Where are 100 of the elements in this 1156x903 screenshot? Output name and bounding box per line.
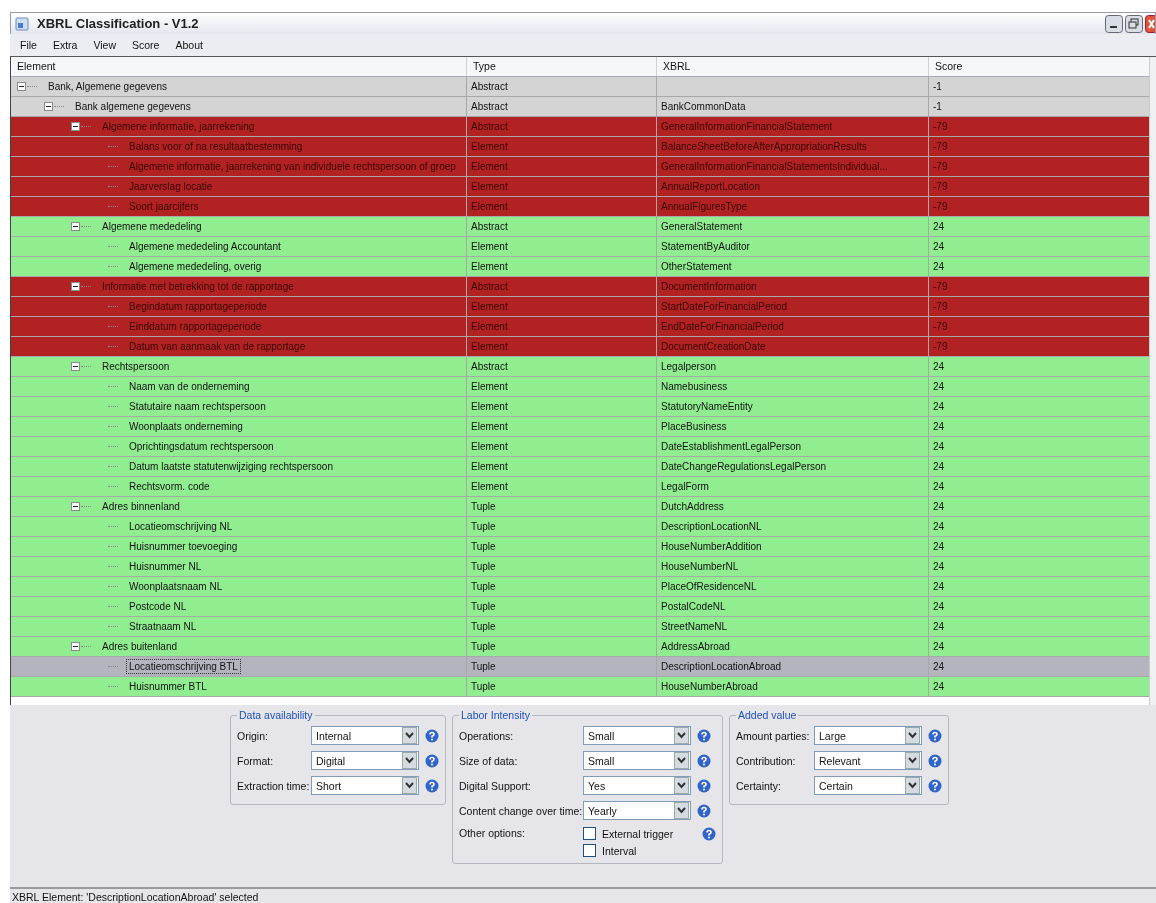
element-name: Algemene mededeling, overig xyxy=(128,260,263,274)
help-icon[interactable] xyxy=(702,827,716,841)
type-text: Element xyxy=(471,241,508,252)
column-header[interactable]: Type xyxy=(467,57,657,76)
xbrl-name: DateEstablishmentLegalPerson xyxy=(661,441,802,452)
dropdown[interactable]: Internal xyxy=(311,726,419,745)
group-title: Added value xyxy=(737,709,798,721)
tree-row[interactable]: Statutaire naam rechtspersoon Element StatutoryNameEntity 24 xyxy=(11,397,1149,417)
help-icon[interactable] xyxy=(928,728,942,743)
dropdown[interactable]: Yes xyxy=(583,776,691,795)
help-icon[interactable] xyxy=(928,753,942,768)
column-header[interactable]: XBRL xyxy=(657,57,929,76)
caret-icon[interactable] xyxy=(674,752,689,769)
xbrl-name: Namebusiness xyxy=(661,381,728,392)
help-icon[interactable] xyxy=(928,778,942,793)
tree-row[interactable]: Huisnummer NL Tuple HouseNumberNL 24 xyxy=(11,557,1149,577)
tree-row[interactable]: Algemene mededeling Accountant Element StatementByAuditor 24 xyxy=(11,237,1149,257)
xbrl-name: DocumentInformation xyxy=(661,281,757,292)
help-icon[interactable] xyxy=(425,778,439,793)
collapse-icon[interactable] xyxy=(71,362,80,371)
tree-row[interactable]: Postcode NL Tuple PostalCodeNL 24 xyxy=(11,597,1149,617)
help-icon[interactable] xyxy=(697,753,711,768)
dropdown[interactable]: Certain xyxy=(814,776,922,795)
collapse-icon[interactable] xyxy=(17,82,26,91)
menu-item[interactable]: File xyxy=(12,39,45,51)
tree-row[interactable]: Rechtsvorm. code Element LegalForm 24 xyxy=(11,477,1149,497)
menu-item[interactable]: About xyxy=(167,39,211,51)
checkbox[interactable]: Interval xyxy=(583,844,696,857)
score-value: 24 xyxy=(933,401,945,412)
score-value: -79 xyxy=(933,141,948,152)
element-name: Einddatum rapportageperiode xyxy=(128,320,263,334)
tree-row[interactable]: Adres binnenland Tuple DutchAddress 24 xyxy=(11,497,1149,517)
score-value: 24 xyxy=(933,441,945,452)
score-value: -1 xyxy=(933,81,942,92)
xbrl-name: BalanceSheetBeforeAfterAppropriationResults xyxy=(661,141,867,152)
checkbox[interactable]: External trigger xyxy=(583,827,696,840)
tree-row[interactable]: Huisnummer toevoeging Tuple HouseNumberAddition 24 xyxy=(11,537,1149,557)
caret-icon[interactable] xyxy=(402,752,417,769)
collapse-icon[interactable] xyxy=(71,502,80,511)
collapse-icon[interactable] xyxy=(44,102,53,111)
close-icon[interactable] xyxy=(1145,14,1155,33)
tree-row[interactable]: Oprichtingsdatum rechtspersoon Element DateEstablishmentLegalPerson 24 xyxy=(11,437,1149,457)
scrollbar[interactable] xyxy=(1149,57,1156,705)
caret-icon[interactable] xyxy=(402,727,417,744)
dropdown[interactable]: Small xyxy=(583,726,691,745)
tree-row[interactable]: Adres buitenland Tuple AddressAbroad 24 xyxy=(11,637,1149,657)
element-name: Statutaire naam rechtspersoon xyxy=(128,400,267,414)
caret-icon[interactable] xyxy=(905,752,920,769)
type-text: Element xyxy=(471,161,508,172)
dropdown[interactable]: Digital xyxy=(311,751,419,770)
caret-icon[interactable] xyxy=(402,777,417,794)
element-name: Algemene informatie, jaarrekening xyxy=(101,120,256,134)
minimize-icon[interactable] xyxy=(1105,14,1123,33)
caret-icon[interactable] xyxy=(674,802,689,819)
collapse-icon[interactable] xyxy=(71,642,80,651)
tree-row[interactable]: Bank, Algemene gegevens Abstract -1 xyxy=(11,77,1149,97)
menu-item[interactable]: Extra xyxy=(44,39,86,51)
restore-icon[interactable] xyxy=(1125,14,1143,33)
xbrl-name: AnnualFiguresType xyxy=(661,201,748,212)
element-name: Huisnummer toevoeging xyxy=(128,540,239,554)
element-name: Jaarverslag locatie xyxy=(128,180,214,194)
element-name: Datum laatste statutenwijziging rechtspersoon xyxy=(128,460,334,474)
tree-row[interactable]: Straatnaam NL Tuple StreetNameNL 24 xyxy=(11,617,1149,637)
column-header[interactable]: Element xyxy=(11,57,467,76)
xbrl-name: EndDateForFinancialPeriod xyxy=(661,321,784,332)
type-text: Tuple xyxy=(471,581,496,592)
tree-row[interactable]: Rechtspersoon Abstract Legalperson 24 xyxy=(11,357,1149,377)
help-icon[interactable] xyxy=(697,778,711,793)
collapse-icon[interactable] xyxy=(71,282,80,291)
tree-row[interactable]: Locatieomschrijving BTL Tuple DescriptionLocationAbroad 24 xyxy=(11,657,1149,677)
tree-row[interactable]: Datum laatste statutenwijziging rechtspersoon Element DateChangeRegulationsLegalPerson 24 xyxy=(11,457,1149,477)
caret-icon[interactable] xyxy=(905,727,920,744)
tree-row[interactable]: Locatieomschrijving NL Tuple DescriptionLocationNL 24 xyxy=(11,517,1149,537)
tree-row[interactable]: Algemene mededeling, overig Element OtherStatement 24 xyxy=(11,257,1149,277)
tree-row[interactable]: Woonplaats onderneming Element PlaceBusiness 24 xyxy=(11,417,1149,437)
xbrl-name: DocumentCreationDate xyxy=(661,341,766,352)
dropdown[interactable]: Small xyxy=(583,751,691,770)
dropdown[interactable]: Short xyxy=(311,776,419,795)
tree-row[interactable]: Naam van de onderneming Element Namebusiness 24 xyxy=(11,377,1149,397)
tree-row[interactable]: Woonplaatsnaam NL Tuple PlaceOfResidenceNL 24 xyxy=(11,577,1149,597)
field-label: Size of data: xyxy=(459,754,519,767)
type-text: Element xyxy=(471,381,508,392)
dropdown[interactable]: Yearly xyxy=(583,801,691,820)
dropdown[interactable]: Relevant xyxy=(814,751,922,770)
caret-icon[interactable] xyxy=(905,777,920,794)
dropdown[interactable]: Large xyxy=(814,726,922,745)
help-icon[interactable] xyxy=(697,803,711,818)
caret-icon[interactable] xyxy=(674,727,689,744)
tree-row[interactable]: Bank algemene gegevens Abstract BankCommonData -1 xyxy=(11,97,1149,117)
menu-item[interactable]: View xyxy=(85,39,124,51)
field-label: Digital Support: xyxy=(459,779,532,792)
menu-item[interactable]: Score xyxy=(124,39,168,51)
collapse-icon[interactable] xyxy=(71,222,80,231)
help-icon[interactable] xyxy=(697,728,711,743)
caret-icon[interactable] xyxy=(674,777,689,794)
tree-row[interactable]: Algemene mededeling Abstract GeneralStatement 24 xyxy=(11,217,1149,237)
help-icon[interactable] xyxy=(425,753,439,768)
help-icon[interactable] xyxy=(425,728,439,743)
collapse-icon[interactable] xyxy=(71,122,80,131)
tree-row[interactable]: Huisnummer BTL Tuple HouseNumberAbroad 24 xyxy=(11,677,1149,697)
